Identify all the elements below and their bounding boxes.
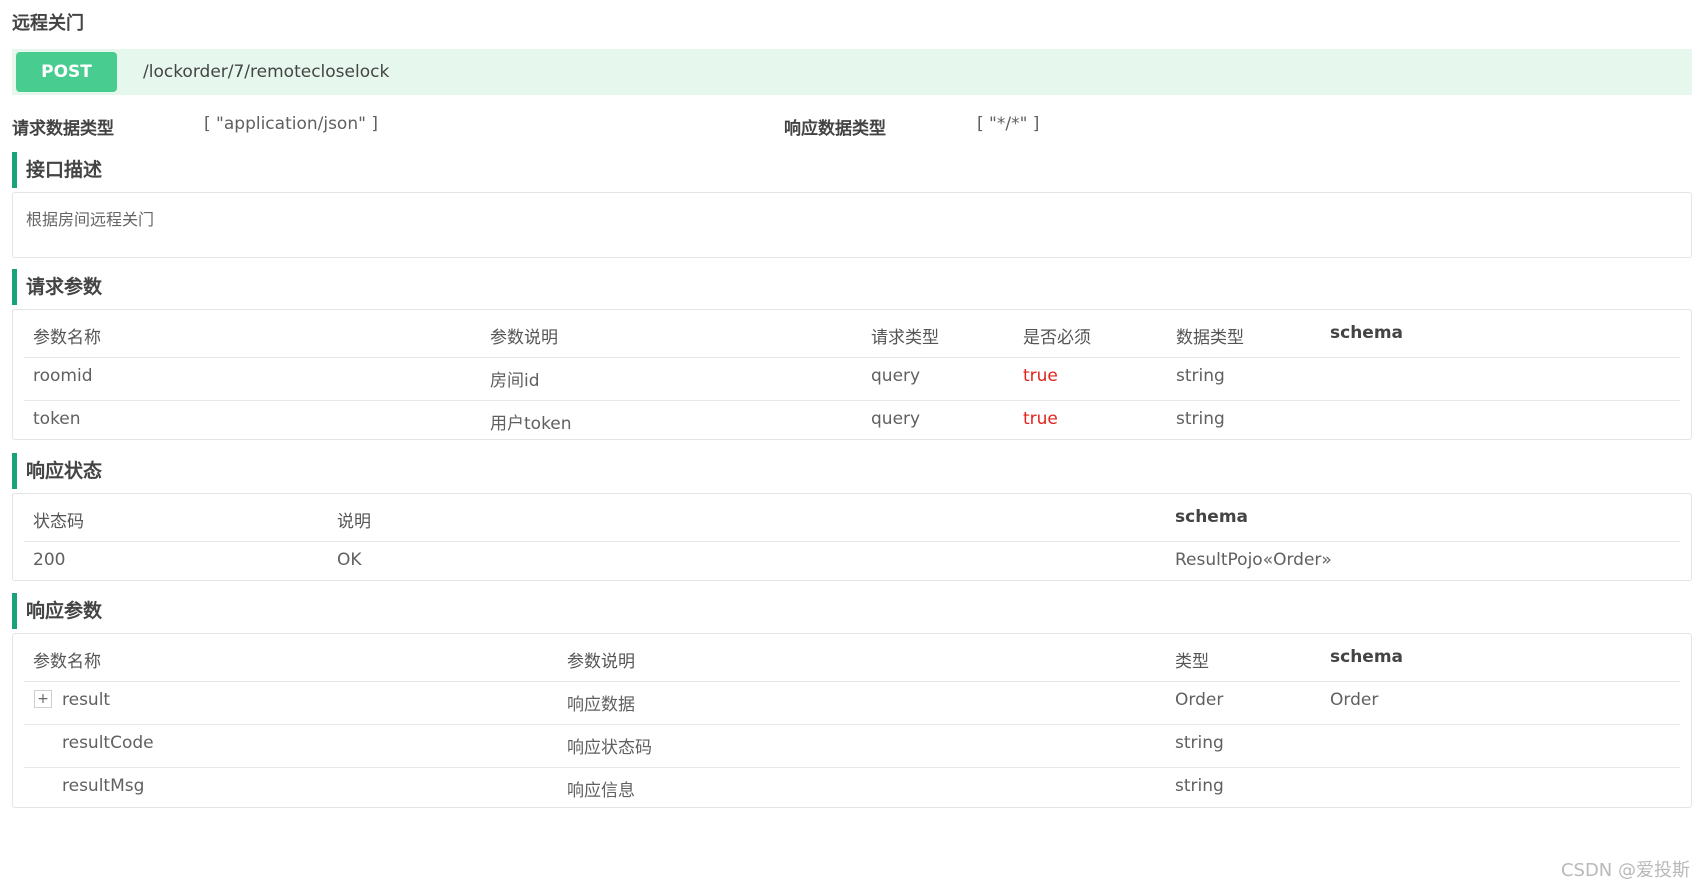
col-header: 类型 bbox=[1175, 652, 1209, 672]
col-header: 请求类型 bbox=[871, 328, 939, 348]
col-header: 状态码 bbox=[33, 512, 84, 532]
section-request-params-heading: 请求参数 bbox=[12, 269, 102, 305]
section-description-heading: 接口描述 bbox=[12, 152, 102, 188]
param-name: roomid bbox=[33, 366, 93, 386]
param-desc: 响应信息 bbox=[567, 781, 635, 801]
col-header: 数据类型 bbox=[1176, 328, 1244, 348]
param-type: string bbox=[1175, 776, 1224, 796]
col-header: schema bbox=[1175, 507, 1249, 527]
section-response-status-heading: 响应状态 bbox=[12, 453, 102, 489]
response-type-value: [ "*/*" ] bbox=[977, 114, 1040, 134]
status-code: 200 bbox=[33, 550, 66, 570]
param-desc: 房间id bbox=[490, 371, 540, 391]
description-box: 根据房间远程关门 bbox=[12, 192, 1692, 258]
param-required: true bbox=[1023, 409, 1058, 429]
col-header: 参数名称 bbox=[33, 328, 101, 348]
table-row: roomid 房间id query true string bbox=[24, 353, 1680, 401]
table-row: resultMsg 响应信息 string bbox=[24, 763, 1680, 810]
response-params-table: 参数名称 参数说明 类型 schema + result 响应数据 Order … bbox=[12, 633, 1692, 808]
request-params-table: 参数名称 参数说明 请求类型 是否必须 数据类型 schema roomid 房… bbox=[12, 309, 1692, 440]
status-desc: OK bbox=[337, 550, 362, 570]
table-row: + result 响应数据 Order Order bbox=[24, 677, 1680, 725]
param-desc: 用户token bbox=[490, 414, 572, 434]
col-header: 说明 bbox=[337, 512, 371, 532]
param-type: Order bbox=[1175, 690, 1224, 710]
description-text: 根据房间远程关门 bbox=[26, 210, 155, 229]
param-name: result bbox=[62, 690, 111, 710]
param-type: string bbox=[1176, 409, 1225, 429]
method-badge[interactable]: POST bbox=[16, 52, 117, 92]
col-header: 参数说明 bbox=[490, 328, 558, 348]
response-type-label: 响应数据类型 bbox=[784, 119, 886, 139]
table-row: token 用户token query true string bbox=[24, 396, 1680, 443]
status-schema: ResultPojo«Order» bbox=[1175, 550, 1332, 570]
param-required: true bbox=[1023, 366, 1058, 386]
col-header: 是否必须 bbox=[1023, 328, 1091, 348]
request-type-value: [ "application/json" ] bbox=[204, 114, 378, 134]
section-response-params-heading: 响应参数 bbox=[12, 593, 102, 629]
table-row: resultCode 响应状态码 string bbox=[24, 720, 1680, 768]
watermark: CSDN @爱投斯 bbox=[1560, 860, 1690, 881]
request-type-label: 请求数据类型 bbox=[12, 119, 114, 139]
param-schema: Order bbox=[1330, 690, 1379, 710]
table-header-row: 状态码 说明 schema bbox=[24, 494, 1680, 542]
param-name: resultCode bbox=[62, 733, 154, 753]
table-header-row: 参数名称 参数说明 请求类型 是否必须 数据类型 schema bbox=[24, 310, 1680, 358]
param-desc: 响应数据 bbox=[567, 695, 635, 715]
param-desc: 响应状态码 bbox=[567, 738, 652, 758]
param-in: query bbox=[871, 366, 921, 386]
col-header: 参数说明 bbox=[567, 652, 635, 672]
col-header: 参数名称 bbox=[33, 652, 101, 672]
table-row: 200 OK ResultPojo«Order» bbox=[24, 537, 1680, 584]
param-name: token bbox=[33, 409, 81, 429]
col-header: schema bbox=[1330, 647, 1404, 667]
endpoint-path: /lockorder/7/remotecloselock bbox=[143, 62, 390, 82]
response-status-table: 状态码 说明 schema 200 OK ResultPojo«Order» bbox=[12, 493, 1692, 581]
param-in: query bbox=[871, 409, 921, 429]
param-name: resultMsg bbox=[62, 776, 145, 796]
expand-plus-icon[interactable]: + bbox=[34, 690, 52, 708]
col-header: schema bbox=[1330, 323, 1404, 343]
page-title: 远程关门 bbox=[12, 13, 84, 34]
param-type: string bbox=[1175, 733, 1224, 753]
table-header-row: 参数名称 参数说明 类型 schema bbox=[24, 634, 1680, 682]
param-type: string bbox=[1176, 366, 1225, 386]
